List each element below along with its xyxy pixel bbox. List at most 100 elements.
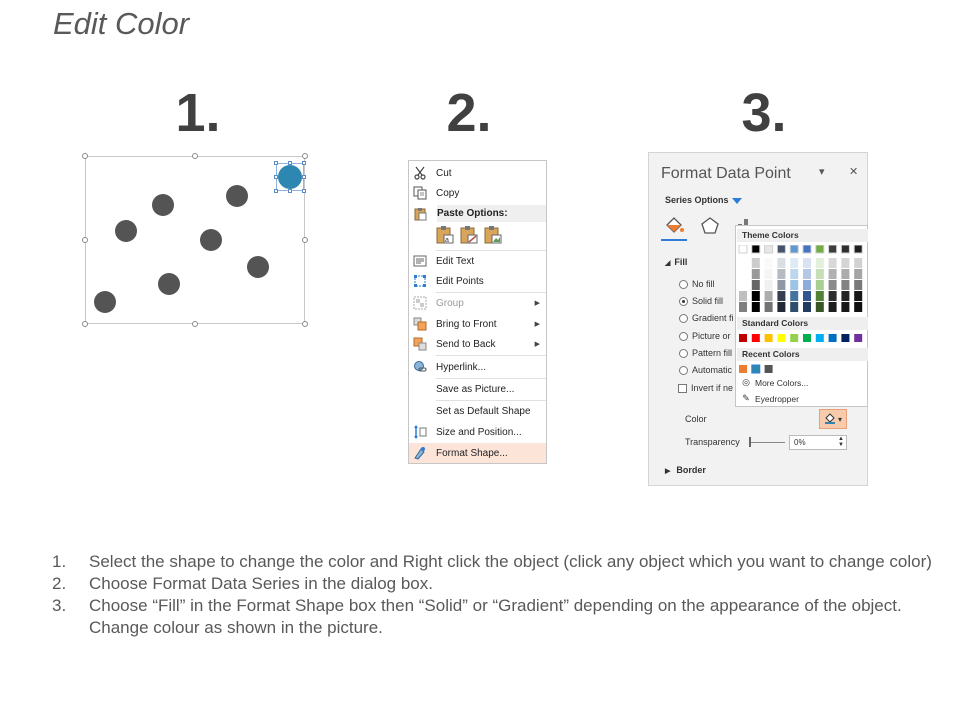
theme-color-swatch[interactable]: [764, 258, 773, 268]
theme-color-swatch[interactable]: [764, 269, 773, 279]
theme-color-swatch[interactable]: [815, 258, 824, 268]
theme-color-swatch[interactable]: [828, 258, 837, 268]
theme-color-swatch[interactable]: [815, 269, 824, 279]
theme-color-swatch[interactable]: [853, 245, 863, 254]
transparency-slider-thumb[interactable]: [749, 437, 751, 447]
theme-color-swatch[interactable]: [739, 280, 747, 290]
standard-color-swatch[interactable]: [790, 334, 799, 342]
fill-option-automatic[interactable]: Automatic: [679, 365, 732, 375]
fill-option-gradient-fill[interactable]: Gradient fi: [679, 313, 734, 323]
recent-color-swatch[interactable]: [764, 365, 773, 373]
theme-color-swatch[interactable]: [840, 245, 850, 254]
menu-item-group[interactable]: Group ▶: [409, 293, 546, 313]
standard-color-swatch[interactable]: [854, 334, 863, 342]
theme-color-swatch[interactable]: [854, 269, 863, 279]
theme-color-swatch[interactable]: [739, 302, 747, 312]
theme-color-swatch[interactable]: [764, 245, 774, 254]
theme-color-swatch[interactable]: [777, 302, 786, 312]
theme-color-swatch[interactable]: [764, 291, 773, 301]
theme-color-swatch[interactable]: [815, 280, 824, 290]
theme-color-swatch[interactable]: [790, 280, 799, 290]
theme-color-swatch[interactable]: [841, 280, 850, 290]
theme-color-swatch[interactable]: [739, 291, 747, 301]
theme-color-swatch[interactable]: [790, 258, 799, 268]
more-colors-item[interactable]: ◎ More Colors...: [740, 377, 808, 388]
theme-color-swatch[interactable]: [815, 245, 825, 254]
pane-options-dropdown[interactable]: ▾: [819, 165, 825, 178]
paste-picture-icon[interactable]: [483, 225, 503, 245]
resize-handle[interactable]: [302, 237, 308, 243]
eyedropper-item[interactable]: ✎ Eyedropper: [740, 393, 799, 404]
radio-button[interactable]: [679, 365, 688, 375]
data-point-dot[interactable]: [226, 185, 248, 207]
theme-color-swatch[interactable]: [815, 291, 824, 301]
standard-color-swatch[interactable]: [828, 334, 837, 342]
theme-color-swatch[interactable]: [802, 245, 812, 254]
menu-item-edit-points[interactable]: Edit Points: [409, 271, 546, 291]
theme-color-swatch[interactable]: [854, 258, 863, 268]
theme-color-swatch[interactable]: [739, 269, 747, 279]
fill-option-solid-fill[interactable]: Solid fill: [679, 296, 723, 306]
standard-color-swatch[interactable]: [803, 334, 811, 342]
theme-color-swatch[interactable]: [803, 291, 811, 301]
fill-option-picture-fill[interactable]: Picture or: [679, 331, 731, 341]
fill-color-button[interactable]: ▾: [819, 409, 847, 429]
standard-color-swatch[interactable]: [815, 334, 824, 342]
resize-handle[interactable]: [82, 153, 88, 159]
menu-item-cut[interactable]: Cut: [409, 163, 546, 183]
paste-keep-formatting-icon[interactable]: a: [435, 225, 455, 245]
theme-color-swatch[interactable]: [828, 245, 838, 254]
data-point-dot[interactable]: [247, 256, 269, 278]
theme-color-swatch[interactable]: [777, 269, 786, 279]
radio-button[interactable]: [679, 279, 688, 289]
selected-data-point[interactable]: [274, 161, 306, 193]
standard-color-swatch[interactable]: [777, 334, 786, 342]
standard-color-swatch[interactable]: [751, 334, 760, 342]
resize-handle[interactable]: [302, 321, 308, 327]
theme-color-swatch[interactable]: [777, 258, 786, 268]
transparency-slider-track[interactable]: [749, 442, 785, 443]
recent-color-swatch[interactable]: [739, 365, 747, 373]
menu-item-save-as-picture[interactable]: Save as Picture...: [409, 379, 546, 399]
theme-color-swatch[interactable]: [764, 280, 773, 290]
fill-section-header[interactable]: ◢ Fill: [665, 257, 687, 267]
close-icon[interactable]: ✕: [849, 165, 858, 178]
radio-button[interactable]: [679, 331, 688, 341]
menu-item-send-to-back[interactable]: Send to Back ▶: [409, 334, 546, 354]
menu-item-hyperlink[interactable]: Hyperlink...: [409, 357, 546, 377]
theme-color-swatch[interactable]: [751, 245, 761, 254]
theme-color-swatch[interactable]: [803, 302, 811, 312]
shape-selection-box[interactable]: [85, 156, 305, 324]
theme-color-swatch[interactable]: [777, 280, 786, 290]
theme-color-swatch[interactable]: [738, 245, 748, 254]
resize-handle[interactable]: [192, 153, 198, 159]
theme-color-swatch[interactable]: [790, 269, 799, 279]
data-point-dot[interactable]: [94, 291, 116, 313]
invert-if-negative[interactable]: Invert if ne: [678, 383, 733, 393]
theme-color-swatch[interactable]: [751, 291, 760, 301]
theme-color-swatch[interactable]: [777, 291, 786, 301]
menu-item-edit-text[interactable]: Edit Text: [409, 251, 546, 271]
fill-option-pattern-fill[interactable]: Pattern fill: [679, 348, 732, 358]
border-section-header[interactable]: ▶ Border: [665, 465, 706, 475]
theme-color-swatch[interactable]: [854, 280, 863, 290]
series-options-dropdown[interactable]: Series Options: [665, 195, 742, 205]
standard-color-swatch[interactable]: [739, 334, 747, 342]
theme-color-swatch[interactable]: [828, 291, 837, 301]
theme-color-swatch[interactable]: [790, 291, 799, 301]
recent-color-swatch[interactable]: [751, 364, 761, 374]
data-point-dot[interactable]: [200, 229, 222, 251]
theme-color-swatch[interactable]: [854, 302, 863, 312]
theme-color-swatch[interactable]: [841, 302, 850, 312]
data-point-dot[interactable]: [152, 194, 174, 216]
effects-tab-icon[interactable]: [699, 215, 721, 237]
theme-color-swatch[interactable]: [803, 280, 811, 290]
theme-color-swatch[interactable]: [739, 258, 747, 268]
recent-color-row[interactable]: [736, 363, 869, 375]
theme-color-swatch[interactable]: [803, 269, 811, 279]
theme-color-swatch[interactable]: [815, 302, 824, 312]
standard-color-swatch[interactable]: [764, 334, 773, 342]
fill-option-no-fill[interactable]: No fill: [679, 279, 715, 289]
resize-handle[interactable]: [82, 321, 88, 327]
resize-handle[interactable]: [302, 153, 308, 159]
